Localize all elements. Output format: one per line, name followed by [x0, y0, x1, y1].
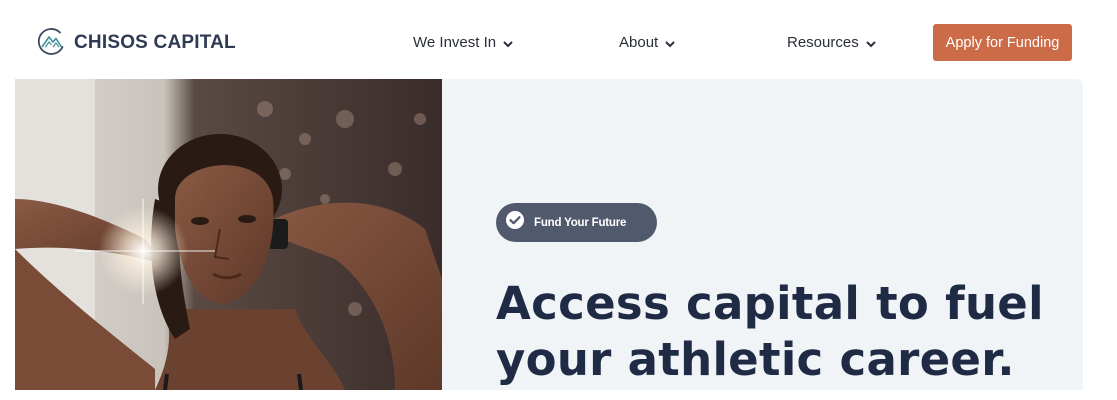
apply-for-funding-button[interactable]: Apply for Funding [933, 24, 1072, 61]
brand-logo-link[interactable]: CHISOS CAPITAL [36, 26, 236, 61]
top-navigation: CHISOS CAPITAL We Invest In About Resour… [0, 0, 1117, 82]
chevron-down-icon [664, 37, 676, 49]
hero-headline: Access capital to fuel your athletic car… [496, 276, 1056, 388]
nav-label: About [619, 34, 659, 51]
chevron-down-icon [502, 37, 514, 49]
chevron-down-icon [865, 37, 877, 49]
check-circle-icon [505, 210, 525, 235]
brand-name: CHISOS CAPITAL [74, 32, 236, 53]
fund-your-future-badge: Fund Your Future [496, 203, 657, 242]
nav-resources[interactable]: Resources [787, 34, 877, 51]
nav-we-invest-in[interactable]: We Invest In [413, 34, 514, 51]
nav-label: Resources [787, 34, 859, 51]
hero-headline-line2: your athletic career. [496, 333, 1015, 386]
mountain-logo-icon [36, 26, 66, 61]
badge-label: Fund Your Future [534, 216, 627, 229]
nav-about[interactable]: About [619, 34, 676, 51]
nav-label: We Invest In [413, 34, 497, 51]
hero-athlete-photo [15, 79, 442, 390]
hero-headline-line1: Access capital to fuel [496, 277, 1044, 330]
